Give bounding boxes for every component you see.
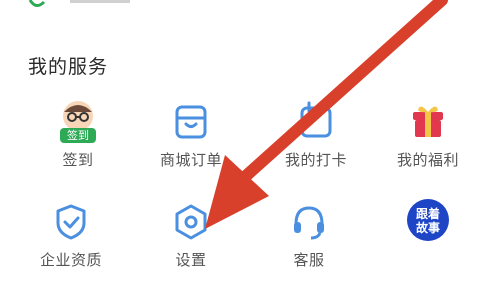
gift-icon xyxy=(404,98,452,146)
service-label: 签到 xyxy=(62,151,94,169)
service-label: 企业资质 xyxy=(39,251,102,269)
calendar-icon xyxy=(292,98,340,146)
story-badge-icon: 跟着 故事 xyxy=(404,196,452,244)
section-title: 我的服务 xyxy=(28,56,109,78)
services-grid: 签到 签到 商城订单 我的打卡 我的福利 企业资质 设置 客服 跟着 故事 xyxy=(0,96,500,301)
service-label: 我的打卡 xyxy=(284,151,347,169)
service-label: 客服 xyxy=(293,251,325,269)
settings-hexagon-icon xyxy=(167,198,215,246)
service-label: 商城订单 xyxy=(159,151,222,169)
headset-icon xyxy=(285,198,333,246)
checkin-avatar-icon: 签到 xyxy=(54,98,102,146)
service-label: 我的福利 xyxy=(396,151,459,169)
top-partial-row xyxy=(0,0,500,10)
shield-check-icon xyxy=(47,198,95,246)
story-badge-line-2: 故事 xyxy=(416,220,440,235)
checkin-badge: 签到 xyxy=(67,128,89,142)
story-badge-line-1: 跟着 xyxy=(416,206,440,221)
service-label: 设置 xyxy=(175,251,207,269)
store-icon xyxy=(167,98,215,146)
